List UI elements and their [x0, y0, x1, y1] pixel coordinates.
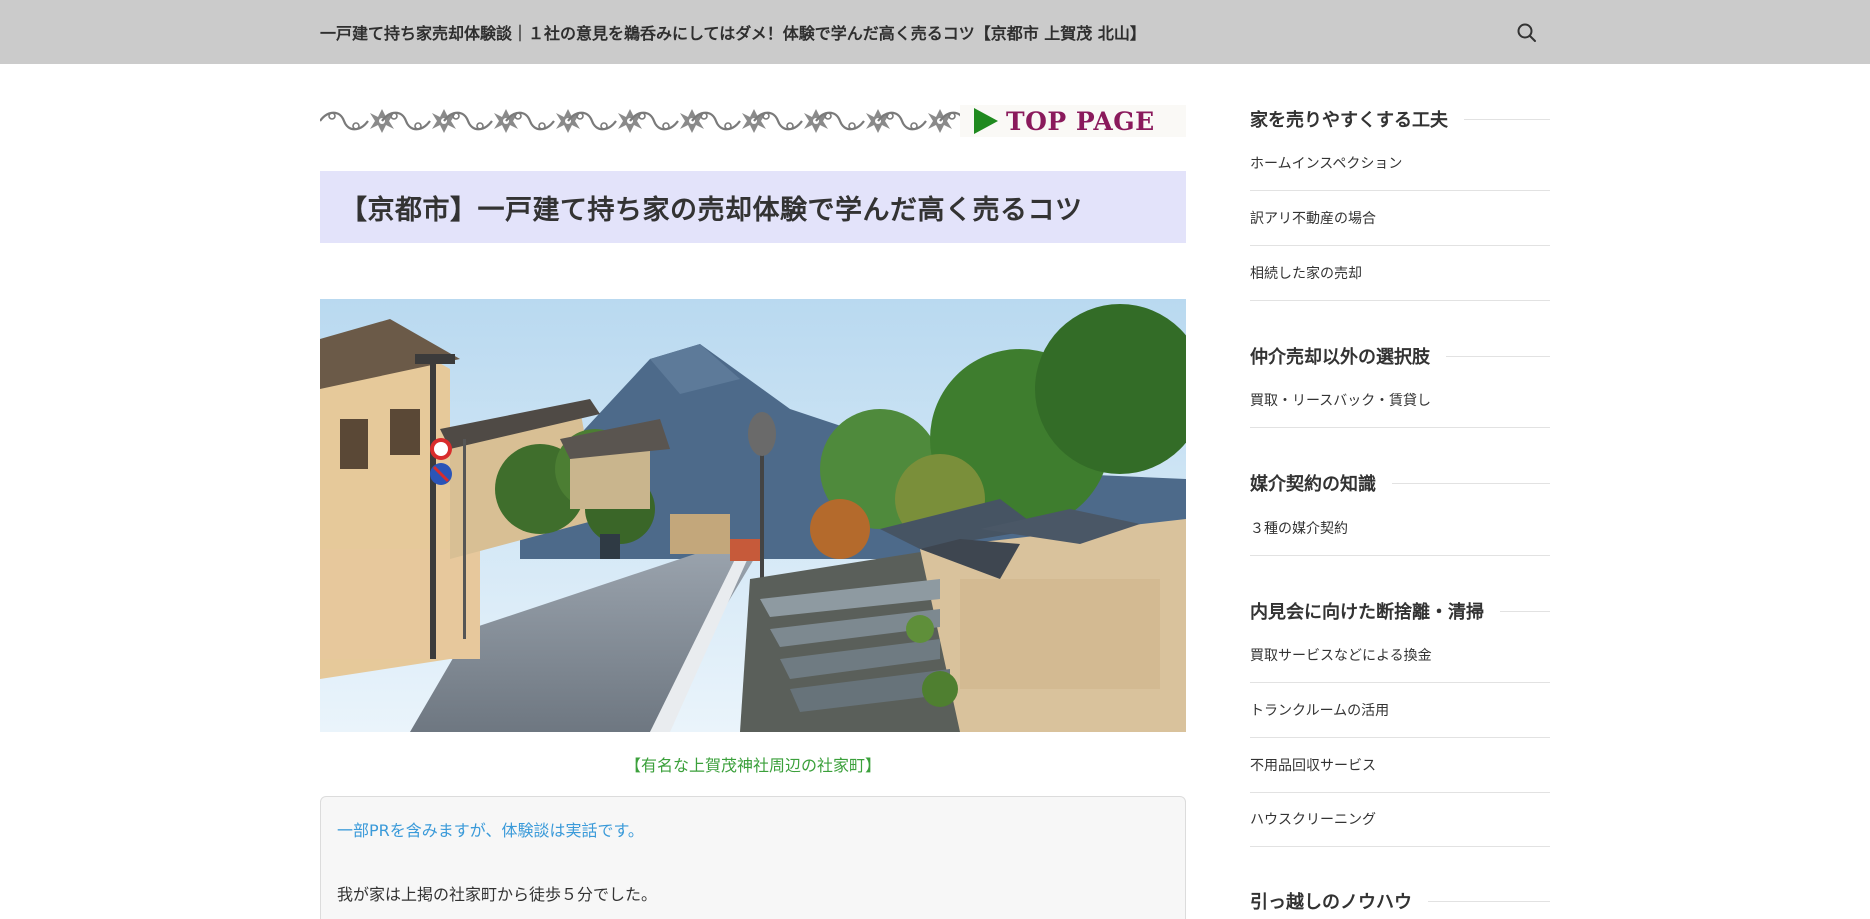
heading-divider: [1500, 610, 1550, 612]
sidebar-link-label: ハウスクリーニング: [1250, 812, 1376, 828]
sidebar-link-brokerage-contracts[interactable]: ３種の媒介契約: [1250, 501, 1550, 556]
sidebar-link-label: トランクルームの活用: [1250, 703, 1390, 719]
sidebar-heading: 家を売りやすくする工夫: [1250, 106, 1550, 132]
sidebar-heading: 引っ越しのノウハウ: [1250, 888, 1550, 914]
top-page-banner[interactable]: TOP PAGE: [320, 100, 1186, 142]
heading-divider: [1446, 355, 1550, 357]
sidebar-link-trunk-room[interactable]: トランクルームの活用: [1250, 683, 1550, 738]
sidebar-heading-text: 引っ越しのノウハウ: [1250, 892, 1412, 913]
sidebar-link-junk-removal[interactable]: 不用品回収サービス: [1250, 738, 1550, 793]
heading-divider: [1428, 900, 1550, 902]
sidebar-link-label: ホームインスペクション: [1250, 156, 1403, 172]
sidebar-heading: 内見会に向けた断捨離・清掃: [1250, 598, 1550, 624]
sidebar-link-inherited-house[interactable]: 相続した家の売却: [1250, 246, 1550, 301]
site-title[interactable]: 一戸建て持ち家売却体験談｜１社の意見を鵜呑みにしてはダメ！体験で学んだ高く売るコ…: [320, 20, 1146, 44]
sidebar-link-buyback-leaseback[interactable]: 買取・リースバック・賃貸し: [1250, 373, 1550, 428]
sidebar-heading-text: 家を売りやすくする工夫: [1250, 110, 1448, 131]
sidebar-link-label: 買取サービスなどによる換金: [1250, 648, 1432, 664]
top-page-label: TOP PAGE: [1006, 106, 1155, 136]
intro-paragraph: 我が家は上掲の社家町から徒歩５分でした。: [337, 885, 658, 904]
sidebar-link-label: 不用品回収サービス: [1250, 758, 1376, 774]
sidebar-link-label: 訳アリ不動産の場合: [1250, 211, 1376, 227]
hero-image: [320, 299, 1186, 732]
sidebar-link-house-cleaning[interactable]: ハウスクリーニング: [1250, 792, 1550, 847]
sidebar-heading: 仲介売却以外の選択肢: [1250, 343, 1550, 369]
sidebar-link-label: 相続した家の売却: [1250, 266, 1362, 282]
sidebar-link-buyback-services[interactable]: 買取サービスなどによる換金: [1250, 628, 1550, 683]
top-page-link[interactable]: TOP PAGE: [960, 105, 1186, 137]
sidebar-heading: 媒介契約の知識: [1250, 470, 1550, 496]
sidebar-link-label: ３種の媒介契約: [1250, 521, 1348, 537]
sidebar-link-home-inspection[interactable]: ホームインスペクション: [1250, 136, 1550, 191]
sidebar: 家を売りやすくする工夫 ホームインスペクション 訳アリ不動産の場合 相続した家の…: [1250, 0, 1550, 919]
site-header: 一戸建て持ち家売却体験談｜１社の意見を鵜呑みにしてはダメ！体験で学んだ高く売るコ…: [0, 0, 1870, 64]
street-scene-illustration: [320, 299, 1186, 732]
sidebar-heading-text: 内見会に向けた断捨離・清掃: [1250, 602, 1484, 623]
sidebar-heading-text: 仲介売却以外の選択肢: [1250, 347, 1430, 368]
sidebar-link-label: 買取・リースバック・賃貸し: [1250, 393, 1432, 409]
pr-notice: 一部PRを含みますが、体験談は実話です。: [337, 821, 644, 840]
heading-divider: [1464, 118, 1550, 120]
sidebar-link-problem-property[interactable]: 訳アリ不動産の場合: [1250, 191, 1550, 246]
article-title-box: 【京都市】一戸建て持ち家の売却体験で学んだ高く売るコツ: [320, 171, 1186, 243]
play-arrow-icon: [974, 108, 998, 134]
sidebar-heading-text: 媒介契約の知識: [1250, 474, 1376, 495]
image-caption: 【有名な上賀茂神社周辺の社家町】: [624, 756, 881, 775]
article-notice-box: 一部PRを含みますが、体験談は実話です。 我が家は上掲の社家町から徒歩５分でした…: [320, 796, 1186, 919]
article-title: 【京都市】一戸建て持ち家の売却体験で学んだ高く売るコツ: [340, 194, 1083, 226]
heading-divider: [1392, 482, 1550, 484]
